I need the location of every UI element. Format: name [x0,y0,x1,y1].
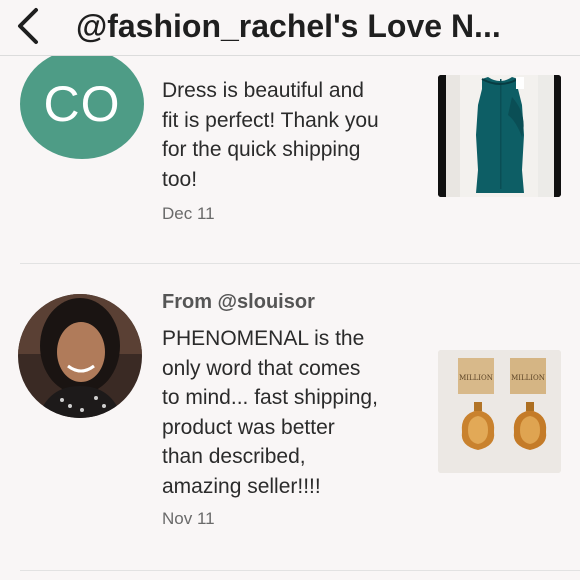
svg-text:MILLION: MILLION [459,374,493,382]
page-title: @fashion_rachel's Love N... [76,8,501,44]
review-date: Dec 11 [162,204,215,223]
review-from: From @slouisor [162,291,315,313]
top-bar: @fashion_rachel's Love N... [0,0,580,56]
review-text: PHENOMENAL is the only word that comes t… [162,327,378,498]
profile-photo [18,294,142,418]
teal-dress-image [438,75,561,197]
divider [20,263,580,264]
avatar-initials: CO [43,76,121,132]
review-image[interactable]: MILLION MILLION [438,350,561,473]
reviews-list: CO Dress is beautiful and fit is perfect… [0,56,580,580]
avatar[interactable] [18,294,142,418]
review-image[interactable] [438,75,561,197]
divider [20,570,580,571]
chevron-left-icon [18,8,38,44]
avatar[interactable]: CO [20,56,144,159]
review-date: Nov 11 [162,509,215,528]
svg-text:MILLION: MILLION [511,374,545,382]
perfume-bottles-image: MILLION MILLION [438,350,561,473]
review-text: Dress is beautiful and fit is perfect! T… [162,79,379,191]
back-button[interactable] [10,6,46,46]
